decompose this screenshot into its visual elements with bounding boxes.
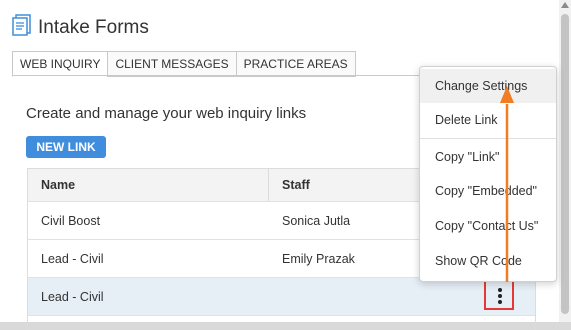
menu-divider [420,138,556,139]
tab-practice-areas[interactable]: PRACTICE AREAS [235,51,356,77]
row-staff: Emily Prazak [282,251,355,266]
vertical-scrollbar[interactable] [559,0,571,322]
column-header-staff[interactable]: Staff [282,169,310,201]
column-header-name[interactable]: Name [41,169,75,201]
menu-item-change-settings[interactable]: Change Settings [420,69,556,103]
scrollbar-thumb[interactable] [561,14,569,314]
table-row[interactable]: Lead - Civil [28,278,535,316]
table-row [28,316,535,330]
tab-web-inquiry[interactable]: WEB INQUIRY [12,51,109,77]
menu-item-label: Show QR Code [435,254,522,268]
row-name: Civil Boost [41,213,101,228]
menu-item-label: Copy "Contact Us" [435,219,539,233]
row-actions-button[interactable] [484,280,514,310]
section-description: Create and manage your web inquiry links [26,105,307,122]
form-document-icon [12,14,32,41]
row-name: Lead - Civil [41,289,104,304]
row-staff: Sonica Jutla [282,213,351,228]
tab-client-messages[interactable]: CLIENT MESSAGES [107,51,237,77]
column-divider [268,169,269,201]
menu-item-label: Change Settings [435,79,528,93]
row-name: Lead - Civil [41,251,104,266]
page-title: Intake Forms [38,17,149,38]
menu-item-delete-link[interactable]: Delete Link [420,103,556,137]
scroll-up-icon[interactable] [561,2,569,8]
menu-item-copy-link[interactable]: Copy "Link" [420,140,556,174]
menu-item-copy-embedded[interactable]: Copy "Embedded" [420,174,556,208]
menu-item-label: Copy "Link" [435,150,500,164]
row-context-menu: Change Settings Delete Link Copy "Link" … [419,66,557,282]
menu-item-label: Delete Link [435,113,498,127]
menu-item-copy-contact-us[interactable]: Copy "Contact Us" [420,209,556,243]
menu-item-show-qr-code[interactable]: Show QR Code [420,244,556,278]
tab-bar: WEB INQUIRY CLIENT MESSAGES PRACTICE ARE… [12,51,356,77]
menu-item-label: Copy "Embedded" [435,184,537,198]
new-link-button[interactable]: NEW LINK [26,136,106,158]
